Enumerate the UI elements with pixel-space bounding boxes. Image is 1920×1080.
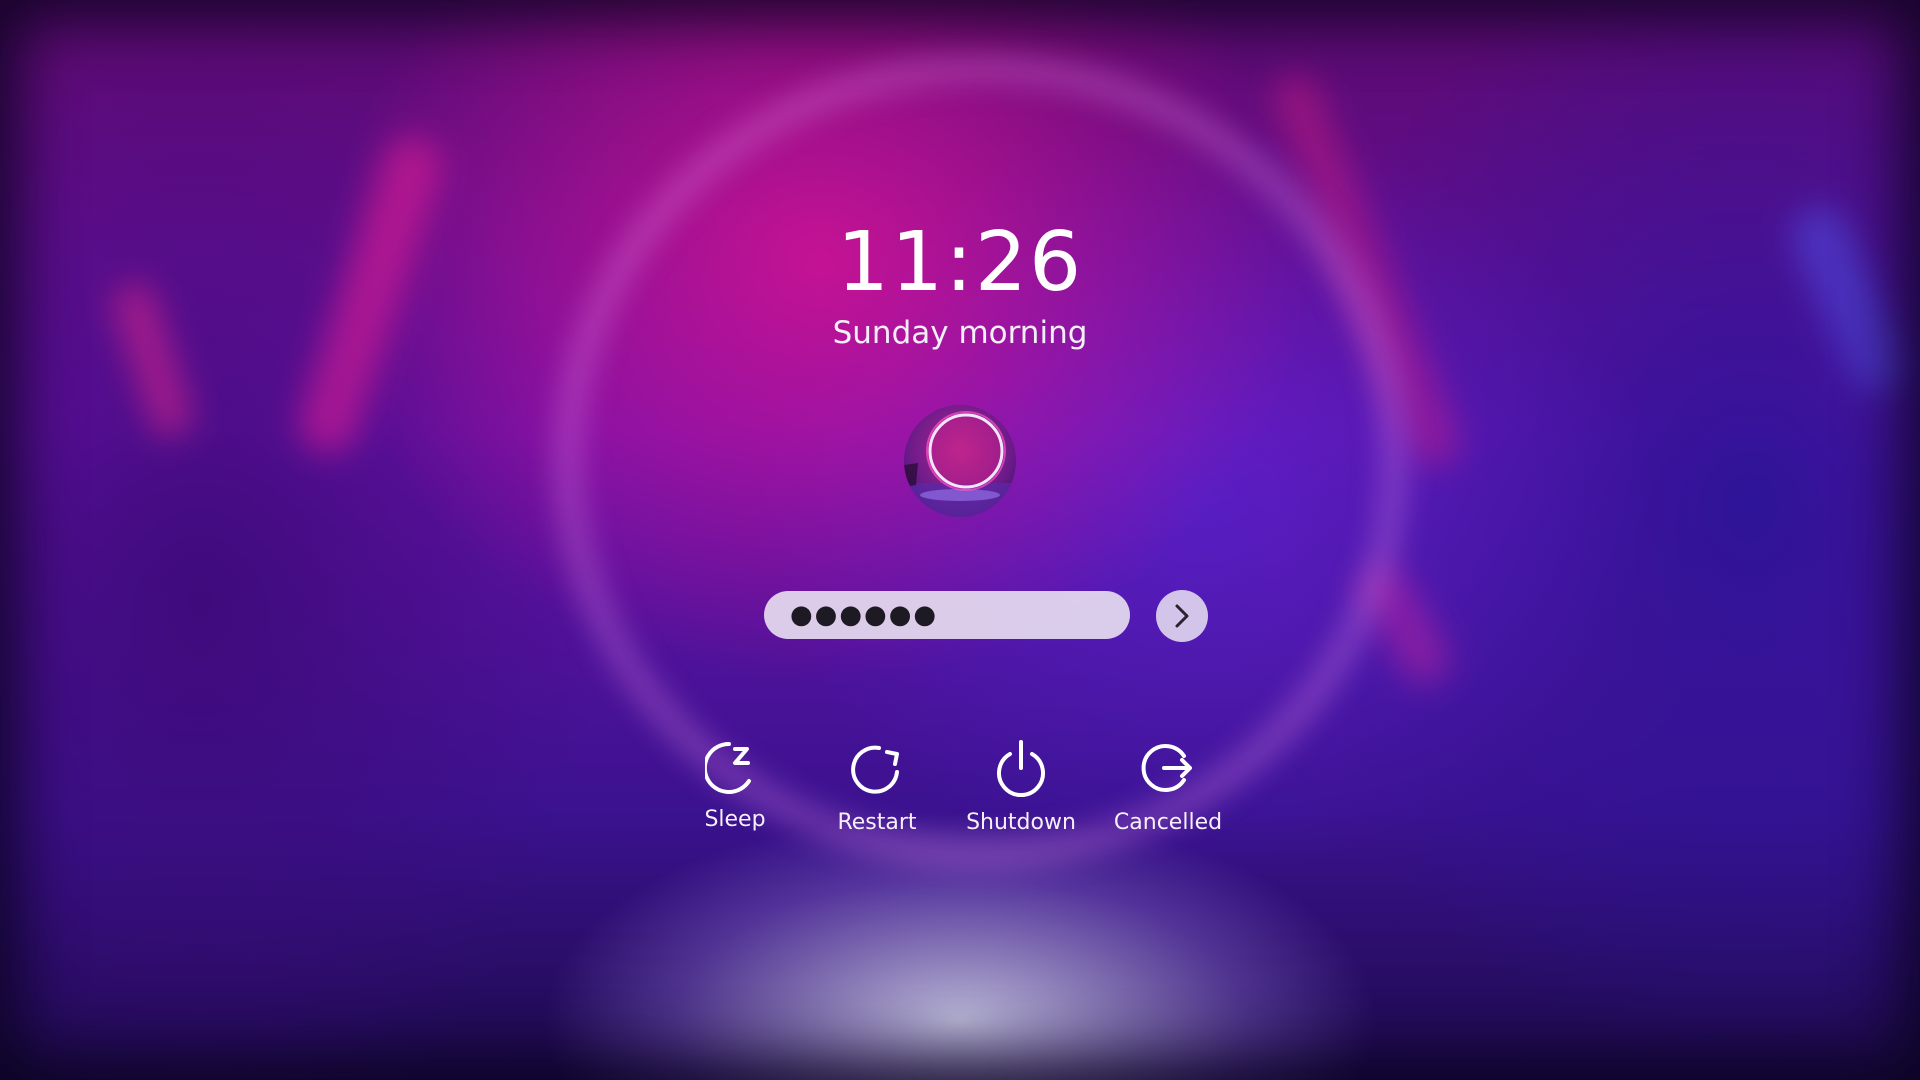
power-icon [997,740,1045,798]
submit-button[interactable] [1156,590,1208,642]
user-avatar[interactable] [904,405,1016,517]
neon-ring-avatar-icon [904,411,1016,517]
date-label: Sunday morning [832,315,1088,351]
cancel-label: Cancelled [1113,810,1223,835]
shutdown-label: Shutdown [966,810,1076,835]
password-field[interactable]: ●●●●●● [764,591,1130,639]
cancel-button[interactable]: Cancelled [1103,738,1233,835]
sleep-button[interactable]: Sleep [670,735,800,832]
restart-label: Restart [837,810,917,835]
lock-screen-content: 11:26 Sunday morning ●●●●●● Sleep Restar… [0,0,1920,1080]
sleep-label: Sleep [704,807,766,832]
logout-icon [1141,744,1192,792]
restart-icon [851,745,899,794]
restart-button[interactable]: Restart [812,738,942,835]
shutdown-button[interactable]: Shutdown [956,738,1086,835]
chevron-right-icon [1175,604,1189,628]
clock: 11:26 [836,215,1084,310]
sleep-icon [705,741,751,794]
